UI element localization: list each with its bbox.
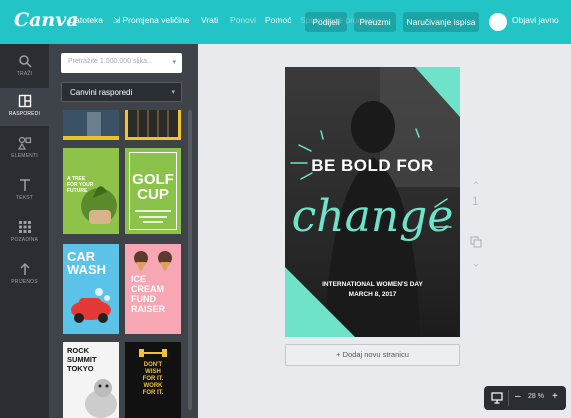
present-icon[interactable] (491, 392, 503, 404)
file-menu[interactable]: Datoteka (69, 15, 103, 25)
rail-item-upload[interactable]: PRIJENOS (0, 256, 49, 294)
download-button[interactable]: Preuzmi (354, 12, 396, 32)
page-up-icon[interactable] (473, 180, 479, 186)
template-thumb[interactable]: ROCK SUMMIT TOKYO (63, 342, 119, 418)
template-thumb[interactable]: ICE CREAM FUND RAISER (125, 244, 181, 334)
rail-item-layouts[interactable]: RASPOREDI (0, 88, 49, 126)
publish-button[interactable]: Objavi javno (512, 15, 559, 25)
design-event[interactable]: INTERNATIONAL WOMEN'S DAY (285, 281, 460, 288)
chevron-down-icon: ▾ (171, 89, 175, 96)
template-thumb-partial[interactable] (63, 110, 119, 140)
template-thumb[interactable]: CAR WASH (63, 244, 119, 334)
template-title: A TREE FOR YOUR FUTURE (67, 176, 94, 194)
layouts-select[interactable]: Canvini rasporedi ▾ (61, 82, 182, 102)
page-down-icon[interactable] (473, 262, 479, 268)
dog-illustration (85, 379, 117, 418)
resize-icon: ⇲ (113, 15, 121, 25)
image-search-input[interactable]: Pretražite 1.000.000 slika... ▾ (61, 53, 182, 73)
add-page-button[interactable]: + Dodaj novu stranicu (285, 344, 460, 366)
zoom-out-button[interactable]: – (515, 391, 521, 402)
redo-button[interactable]: Ponovi (230, 15, 256, 25)
text-icon (19, 179, 30, 191)
rail-item-search[interactable]: TRAŽI (0, 48, 49, 86)
background-icon (18, 221, 31, 233)
design-date[interactable]: MARCH 8, 2017 (285, 291, 460, 298)
zoom-bar: – 28 % + (484, 386, 566, 410)
template-thumb-art (63, 110, 119, 140)
chevron-down-icon: ▾ (172, 59, 176, 66)
template-thumb[interactable]: GOLF CUP (125, 148, 181, 234)
search-placeholder: Pretražite 1.000.000 slika... (68, 58, 153, 65)
zoom-level[interactable]: 28 % (528, 393, 544, 400)
rail-label-upload: PRIJENOS (11, 279, 38, 285)
design-page[interactable]: BE BOLD FOR change INTERNATIONAL WOMEN'S… (285, 67, 460, 337)
rail-item-elements[interactable]: ELEMENTI (0, 130, 49, 168)
left-rail: TRAŽI RASPOREDI ELEMENTI TEKST POZADINA … (0, 44, 49, 418)
upload-icon (19, 262, 30, 275)
share-button[interactable]: Podijeli (305, 12, 347, 32)
rail-item-text[interactable]: TEKST (0, 172, 49, 210)
template-thumb[interactable]: DON'T WISH FOR IT. WORK FOR IT. (125, 342, 181, 418)
rail-label-layouts: RASPOREDI (8, 111, 41, 117)
shapes-icon (17, 136, 31, 150)
help-menu[interactable]: Pomoć (265, 15, 291, 25)
rail-label-search: TRAŽI (16, 71, 33, 77)
template-title: DON'T WISH FOR IT. WORK FOR IT. (142, 362, 164, 396)
order-print-button[interactable]: Naručivanje ispisa (403, 12, 479, 32)
rail-label-elements: ELEMENTI (11, 153, 38, 159)
design-headline[interactable]: BE BOLD FOR (285, 156, 460, 176)
top-bar: Canva Datoteka ⇲ Promjena veličine Vrati… (0, 0, 571, 44)
undo-button[interactable]: Vrati (201, 15, 218, 25)
user-avatar[interactable] (489, 13, 507, 31)
layouts-select-value: Canvini rasporedi (70, 88, 133, 97)
zoom-in-button[interactable]: + (552, 391, 558, 402)
resize-menu[interactable]: ⇲ Promjena veličine (113, 15, 190, 26)
zoom-divider (508, 390, 509, 406)
car-illustration (71, 288, 111, 323)
design-script-word[interactable]: change (285, 191, 460, 242)
template-thumb-art (128, 110, 178, 137)
rail-item-background[interactable]: POZADINA (0, 214, 49, 252)
template-thumb-partial[interactable] (125, 110, 181, 140)
page-number: 1 (472, 194, 479, 208)
rail-label-background: POZADINA (10, 237, 39, 243)
panel-scrollbar[interactable] (188, 110, 192, 410)
search-icon (18, 55, 32, 68)
template-title: GOLF CUP (132, 171, 174, 203)
template-thumb[interactable]: A TREE FOR YOUR FUTURE (63, 148, 119, 234)
template-title: ICE CREAM FUND RAISER (131, 274, 166, 314)
template-thumb-art (135, 210, 171, 223)
dumbbell-icon (139, 349, 167, 357)
template-title: ROCK SUMMIT TOKYO (67, 346, 97, 373)
duplicate-page-icon[interactable] (470, 236, 482, 248)
resize-label: Promjena veličine (122, 15, 190, 25)
rail-label-text: TEKST (15, 195, 34, 201)
layouts-panel: Pretražite 1.000.000 slika... ▾ Canvini … (49, 44, 198, 418)
template-title: CAR WASH (67, 249, 106, 277)
ice-cream-illustration (134, 251, 172, 272)
layout-icon (18, 94, 31, 108)
